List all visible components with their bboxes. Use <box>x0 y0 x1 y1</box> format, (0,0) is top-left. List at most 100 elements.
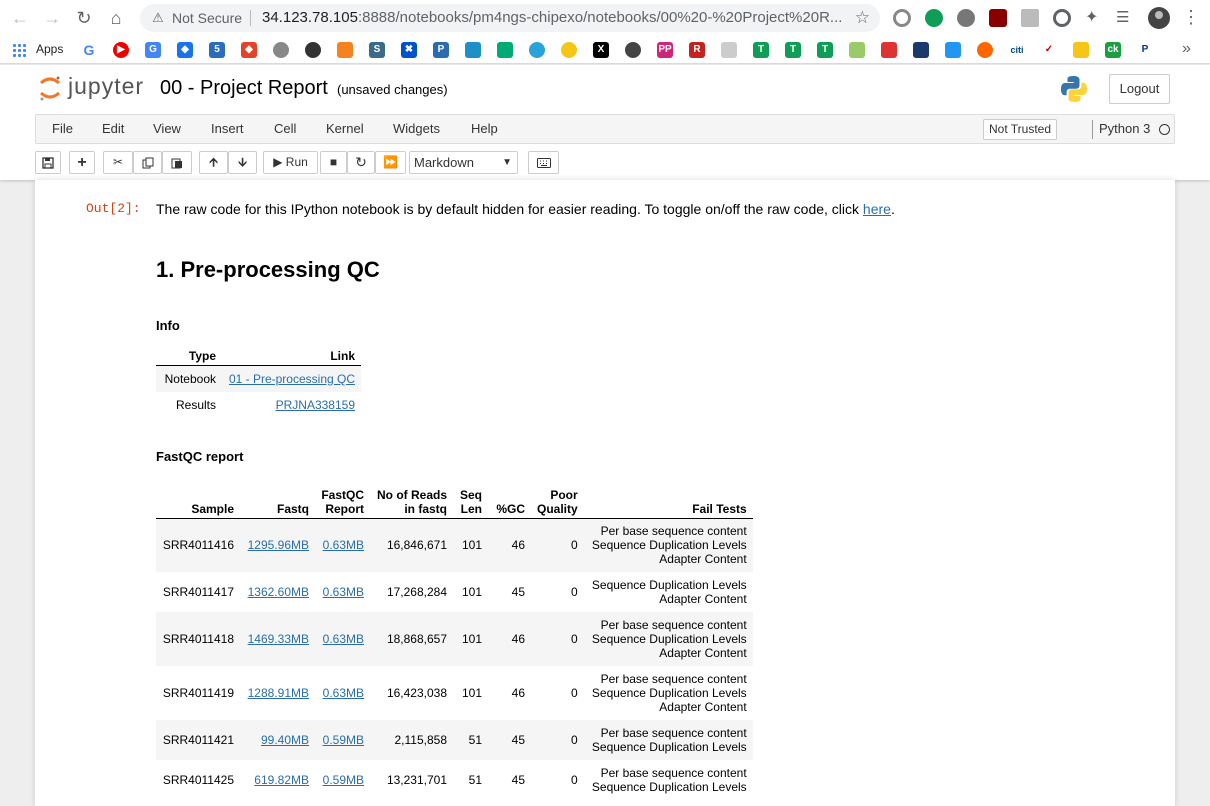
bookmark-icon[interactable]: PP <box>657 42 673 58</box>
forward-arrow-icon[interactable]: → <box>42 8 62 28</box>
notebook-link[interactable]: 01 - Pre-processing QC <box>229 372 355 386</box>
fastqc-report-link[interactable]: 0.63MB <box>323 585 364 599</box>
extension-grey-icon[interactable] <box>957 9 975 27</box>
fastqc-report-link[interactable]: 0.63MB <box>323 686 364 700</box>
bookmark-icon[interactable] <box>1073 42 1089 58</box>
cut-button[interactable]: ✂ <box>103 151 133 174</box>
menu-view[interactable]: View <box>153 121 181 136</box>
fastq-link[interactable]: 1288.91MB <box>248 686 309 700</box>
fastq-link[interactable]: 1362.60MB <box>248 585 309 599</box>
fastq-link[interactable]: 619.82MB <box>254 773 309 787</box>
media-queue-icon[interactable]: ☰ <box>1116 9 1134 27</box>
bookmarks-bar: Apps G ▶ G ◆ 5 ◆ S ✖ P X PP R T T T citi… <box>0 36 1210 64</box>
bookmark-icon[interactable] <box>977 42 993 58</box>
extension-green-icon[interactable] <box>925 9 943 27</box>
bookmark-icon[interactable] <box>273 42 289 58</box>
logout-button[interactable]: Logout <box>1109 74 1170 104</box>
puzzle-icon[interactable]: ✦ <box>1085 9 1103 27</box>
insert-cell-button[interactable]: + <box>69 151 95 174</box>
back-arrow-icon[interactable]: ← <box>10 8 30 28</box>
bookmark-icon[interactable] <box>721 42 737 58</box>
more-bookmarks-icon[interactable]: » <box>1182 40 1191 58</box>
bookmark-icon[interactable] <box>849 42 865 58</box>
bookmark-icon[interactable]: R <box>689 42 705 58</box>
save-status: (unsaved changes) <box>337 82 448 97</box>
translate-bookmark-icon[interactable]: G <box>145 42 161 58</box>
html5-bookmark-icon[interactable]: 5 <box>209 42 225 58</box>
bookmark-icon[interactable]: ck <box>1105 42 1121 58</box>
menu-insert[interactable]: Insert <box>211 121 244 136</box>
bookmark-icon[interactable] <box>529 42 545 58</box>
google-bookmark-icon[interactable]: G <box>81 42 97 58</box>
home-icon[interactable]: ⌂ <box>106 8 126 28</box>
sample-cell: SRR4011421 <box>156 720 240 760</box>
bookmark-icon[interactable] <box>497 42 513 58</box>
paypal-bookmark-icon[interactable]: P <box>1137 42 1153 58</box>
restart-run-all-button[interactable]: ⏩ <box>375 151 406 174</box>
menu-help[interactable]: Help <box>471 121 498 136</box>
fail-tests-cell: Sequence Duplication Levels Adapter Conte… <box>584 572 753 612</box>
bookmark-icon[interactable] <box>945 42 961 58</box>
fastq-link[interactable]: 1295.96MB <box>248 538 309 552</box>
bookmark-icon[interactable]: S <box>369 42 385 58</box>
x-bookmark-icon[interactable]: X <box>593 42 609 58</box>
bookmark-icon[interactable]: ✓ <box>1041 42 1057 58</box>
results-link[interactable]: PRJNA338159 <box>276 398 355 412</box>
apps-bookmark[interactable]: Apps <box>36 42 63 56</box>
paste-button[interactable] <box>162 151 192 174</box>
extension-circle-icon[interactable] <box>893 9 911 27</box>
url-text[interactable]: 34.123.78.105:8888/notebooks/pm4ngs-chip… <box>262 9 842 26</box>
notebook-title[interactable]: 00 - Project Report <box>160 77 328 100</box>
bookmark-icon[interactable] <box>625 42 641 58</box>
command-palette-button[interactable] <box>528 151 559 174</box>
run-button[interactable]: ▶ Run <box>263 151 318 174</box>
trust-status-button[interactable]: Not Trusted <box>983 119 1057 140</box>
move-up-button[interactable]: 🡩 <box>199 151 228 174</box>
menu-edit[interactable]: Edit <box>102 121 124 136</box>
address-bar[interactable]: ⚠ Not Secure 34.123.78.105:8888/notebook… <box>140 4 880 32</box>
reload-icon[interactable]: ↻ <box>74 8 94 28</box>
extension-g-icon[interactable] <box>1053 9 1071 27</box>
bookmark-icon[interactable] <box>465 42 481 58</box>
save-button[interactable] <box>35 151 61 174</box>
youtube-bookmark-icon[interactable]: ▶ <box>113 42 129 58</box>
bookmark-icon[interactable] <box>913 42 929 58</box>
menu-widgets[interactable]: Widgets <box>393 121 440 136</box>
sheets-bookmark-icon[interactable]: T <box>785 42 801 58</box>
toggle-code-link[interactable]: here <box>863 201 891 217</box>
aws-bookmark-icon[interactable] <box>337 42 353 58</box>
bookmark-star-icon[interactable]: ☆ <box>855 8 870 28</box>
sheets-bookmark-icon[interactable]: T <box>753 42 769 58</box>
bookmark-icon[interactable] <box>881 42 897 58</box>
jupyter-logo-icon[interactable] <box>38 74 62 102</box>
bookmark-icon[interactable]: P <box>433 42 449 58</box>
cell-type-select[interactable]: Markdown ▼ <box>409 151 518 174</box>
citi-bookmark-icon[interactable]: citi <box>1009 42 1025 58</box>
jupyter-logo-text[interactable]: jupyter <box>68 73 144 100</box>
fastqc-report-link[interactable]: 0.63MB <box>323 538 364 552</box>
fastq-link[interactable]: 1469.33MB <box>248 632 309 646</box>
fastqc-report-link[interactable]: 0.59MB <box>323 773 364 787</box>
sheets-bookmark-icon[interactable]: T <box>817 42 833 58</box>
fastqc-report-link[interactable]: 0.59MB <box>323 733 364 747</box>
move-down-button[interactable]: 🡫 <box>228 151 257 174</box>
qr-code-icon[interactable] <box>1021 9 1039 27</box>
profile-avatar[interactable] <box>1148 7 1170 29</box>
github-bookmark-icon[interactable] <box>305 42 321 58</box>
menu-kernel[interactable]: Kernel <box>326 121 364 136</box>
fastqc-report-link[interactable]: 0.63MB <box>323 632 364 646</box>
copy-button[interactable] <box>133 151 162 174</box>
menu-kebab-icon[interactable]: ⋮ <box>1182 7 1200 28</box>
confluence-bookmark-icon[interactable]: ✖ <box>401 42 417 58</box>
ublock-icon[interactable] <box>989 9 1007 27</box>
bookmark-icon[interactable] <box>561 42 577 58</box>
interrupt-button[interactable]: ■ <box>320 151 347 174</box>
fastq-link[interactable]: 99.40MB <box>261 733 309 747</box>
restart-button[interactable]: ↻ <box>347 151 375 174</box>
menu-cell[interactable]: Cell <box>274 121 296 136</box>
menu-file[interactable]: File <box>52 121 73 136</box>
bookmark-icon[interactable]: ◆ <box>177 42 193 58</box>
apps-grid-icon[interactable] <box>12 43 26 57</box>
table-header: Poor Quality <box>531 481 584 519</box>
gitlab-bookmark-icon[interactable]: ◆ <box>241 42 257 58</box>
